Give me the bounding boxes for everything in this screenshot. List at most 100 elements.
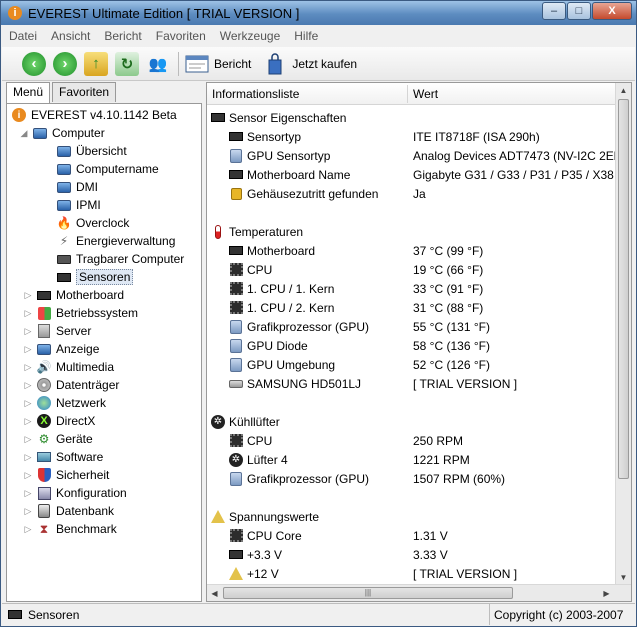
- group-header-sensor-properties[interactable]: Sensor Eigenschaften: [207, 108, 617, 127]
- expand-icon[interactable]: ▷: [23, 308, 33, 319]
- refresh-button[interactable]: ↻: [115, 51, 139, 76]
- up-button[interactable]: ↑: [84, 51, 108, 76]
- list-item[interactable]: +12 V [ TRIAL VERSION ]: [207, 564, 617, 583]
- tree-item-computername[interactable]: Computername: [56, 160, 159, 178]
- menu-ansicht[interactable]: Ansicht: [44, 29, 97, 43]
- tree-item-display[interactable]: ▷ Anzeige: [23, 340, 100, 358]
- list-item-value: 31 °C (88 °F): [413, 300, 484, 315]
- list-item-value: 33 °C (91 °F): [413, 281, 484, 296]
- group-header-voltages[interactable]: Spannungswerte: [207, 507, 617, 526]
- tree-item-configuration[interactable]: ▷ Konfiguration: [23, 484, 127, 502]
- expand-icon[interactable]: ▷: [23, 452, 33, 463]
- report-button[interactable]: Bericht: [185, 53, 251, 75]
- expand-icon[interactable]: ▷: [23, 398, 33, 409]
- expand-icon[interactable]: ▷: [23, 524, 33, 535]
- expand-icon[interactable]: ▷: [23, 470, 33, 481]
- list-item[interactable]: GPU Diode 58 °C (136 °F): [207, 336, 617, 355]
- tree-item-server[interactable]: ▷ Server: [23, 322, 91, 340]
- tree-item-software[interactable]: ▷ Software: [23, 448, 104, 466]
- horizontal-scroll-thumb[interactable]: |||: [223, 587, 513, 599]
- expand-icon[interactable]: ▷: [23, 434, 33, 445]
- expand-icon[interactable]: ▷: [23, 326, 33, 337]
- tree-item-power-management[interactable]: ⚡ Energieverwaltung: [56, 232, 176, 250]
- scroll-down-icon[interactable]: ▼: [616, 570, 631, 585]
- list-item[interactable]: Gehäusezutritt gefunden Ja: [207, 184, 617, 203]
- tree-item-ipmi[interactable]: IPMI: [56, 196, 101, 214]
- scroll-left-icon[interactable]: ◀: [207, 585, 222, 601]
- expand-icon[interactable]: ▷: [23, 506, 33, 517]
- menu-favoriten[interactable]: Favoriten: [149, 29, 213, 43]
- list-item[interactable]: GPU Umgebung 52 °C (126 °F): [207, 355, 617, 374]
- list-item[interactable]: Grafikprozessor (GPU) 55 °C (131 °F): [207, 317, 617, 336]
- tree-item-portable-computer[interactable]: Tragbarer Computer: [56, 250, 184, 268]
- tree-item-directx[interactable]: ▷ X DirectX: [23, 412, 95, 430]
- title-bar[interactable]: i EVEREST Ultimate Edition [ TRIAL VERSI…: [1, 1, 636, 25]
- list-item[interactable]: 1. CPU / 2. Kern 31 °C (88 °F): [207, 298, 617, 317]
- list-item[interactable]: Motherboard 37 °C (99 °F): [207, 241, 617, 260]
- column-separator[interactable]: [407, 85, 408, 103]
- tree-item-devices[interactable]: ▷ ⚙ Geräte: [23, 430, 93, 448]
- tree-item-operating-system[interactable]: ▷ Betriebssystem: [23, 304, 139, 322]
- list-item-value: 1221 RPM: [413, 452, 470, 467]
- tree-item-database[interactable]: ▷ Datenbank: [23, 502, 114, 520]
- maximize-button[interactable]: □: [567, 2, 591, 20]
- expand-icon[interactable]: ▷: [23, 290, 33, 301]
- expand-icon[interactable]: ▷: [23, 416, 33, 427]
- list-item[interactable]: 1. CPU / 1. Kern 33 °C (91 °F): [207, 279, 617, 298]
- list-item[interactable]: ✲ Lüfter 4 1221 RPM: [207, 450, 617, 469]
- tree-item-dmi[interactable]: DMI: [56, 178, 98, 196]
- horizontal-scrollbar[interactable]: ◀ ||| ▶: [207, 584, 631, 601]
- list-item[interactable]: +3.3 V 3.33 V: [207, 545, 617, 564]
- tab-favorites[interactable]: Favoriten: [52, 82, 117, 102]
- list-item[interactable]: GPU Sensortyp Analog Devices ADT7473 (NV…: [207, 146, 624, 165]
- expand-icon[interactable]: ▷: [23, 344, 33, 355]
- vertical-scroll-thumb[interactable]: [618, 99, 629, 479]
- vertical-scrollbar[interactable]: ▲ ▼: [615, 83, 631, 585]
- menu-bericht[interactable]: Bericht: [97, 29, 148, 43]
- list-item[interactable]: Grafikprozessor (GPU) 1507 RPM (60%): [207, 469, 617, 488]
- scroll-right-icon[interactable]: ▶: [599, 585, 614, 601]
- column-header-field[interactable]: Informationsliste: [212, 87, 299, 101]
- users-button[interactable]: 👥: [146, 52, 170, 76]
- tree-item-motherboard[interactable]: ▷ Motherboard: [23, 286, 125, 304]
- group-header-temperatures[interactable]: Temperaturen: [207, 222, 617, 241]
- column-header-value[interactable]: Wert: [413, 87, 438, 101]
- tree-item-overview[interactable]: Übersicht: [56, 142, 127, 160]
- expand-icon[interactable]: ▷: [23, 488, 33, 499]
- tab-menu[interactable]: Menü: [6, 82, 51, 104]
- menu-hilfe[interactable]: Hilfe: [287, 29, 325, 43]
- expand-icon[interactable]: ▷: [23, 380, 33, 391]
- tree-root[interactable]: i EVEREST v4.10.1142 Beta: [11, 106, 177, 124]
- tree-item-benchmark[interactable]: ▷ ⧗ Benchmark: [23, 520, 117, 538]
- tree-item-overclock[interactable]: 🔥 Overclock: [56, 214, 130, 232]
- tree-item-storage[interactable]: ▷ Datenträger: [23, 376, 119, 394]
- list-item[interactable]: CPU 250 RPM: [207, 431, 617, 450]
- close-button[interactable]: X: [592, 2, 632, 20]
- expand-icon[interactable]: ▷: [23, 362, 33, 373]
- list-item[interactable]: SAMSUNG HD501LJ [ TRIAL VERSION ]: [207, 374, 617, 393]
- list-item[interactable]: CPU 19 °C (66 °F): [207, 260, 617, 279]
- collapse-icon[interactable]: ◢: [19, 128, 29, 139]
- menu-werkzeuge[interactable]: Werkzeuge: [213, 29, 287, 43]
- tree-item-network[interactable]: ▷ Netzwerk: [23, 394, 106, 412]
- menu-datei[interactable]: Datei: [2, 29, 44, 43]
- list-item[interactable]: CPU Core 1.31 V: [207, 526, 617, 545]
- refresh-icon: ↻: [120, 55, 134, 73]
- tree-item-security[interactable]: ▷ Sicherheit: [23, 466, 109, 484]
- tree-item-computer[interactable]: ◢ Computer: [19, 124, 105, 142]
- group-header-cooling-fans[interactable]: ✲ Kühllüfter: [207, 412, 617, 431]
- navigation-pane: Menü Favoriten i EVEREST v4.10.1142 Beta…: [6, 82, 202, 602]
- back-button[interactable]: ‹: [22, 51, 46, 76]
- group-header-label: Sensor Eigenschaften: [229, 110, 347, 125]
- list-item[interactable]: Sensortyp ITE IT8718F (ISA 290h): [207, 127, 617, 146]
- cpu-icon: [229, 263, 243, 277]
- list-item[interactable]: Motherboard Name Gigabyte G31 / G33 / P3…: [207, 165, 631, 184]
- tree-item-multimedia[interactable]: ▷ 🔊 Multimedia: [23, 358, 115, 376]
- power-plug-icon: ⚡: [59, 234, 69, 248]
- buy-now-button[interactable]: Jetzt kaufen: [263, 52, 357, 75]
- list-item-field: Grafikprozessor (GPU): [247, 471, 370, 486]
- tree-item-sensors[interactable]: Sensoren: [56, 268, 134, 286]
- minimize-button[interactable]: –: [542, 2, 566, 20]
- forward-button[interactable]: ›: [53, 51, 77, 76]
- scroll-up-icon[interactable]: ▲: [616, 83, 631, 98]
